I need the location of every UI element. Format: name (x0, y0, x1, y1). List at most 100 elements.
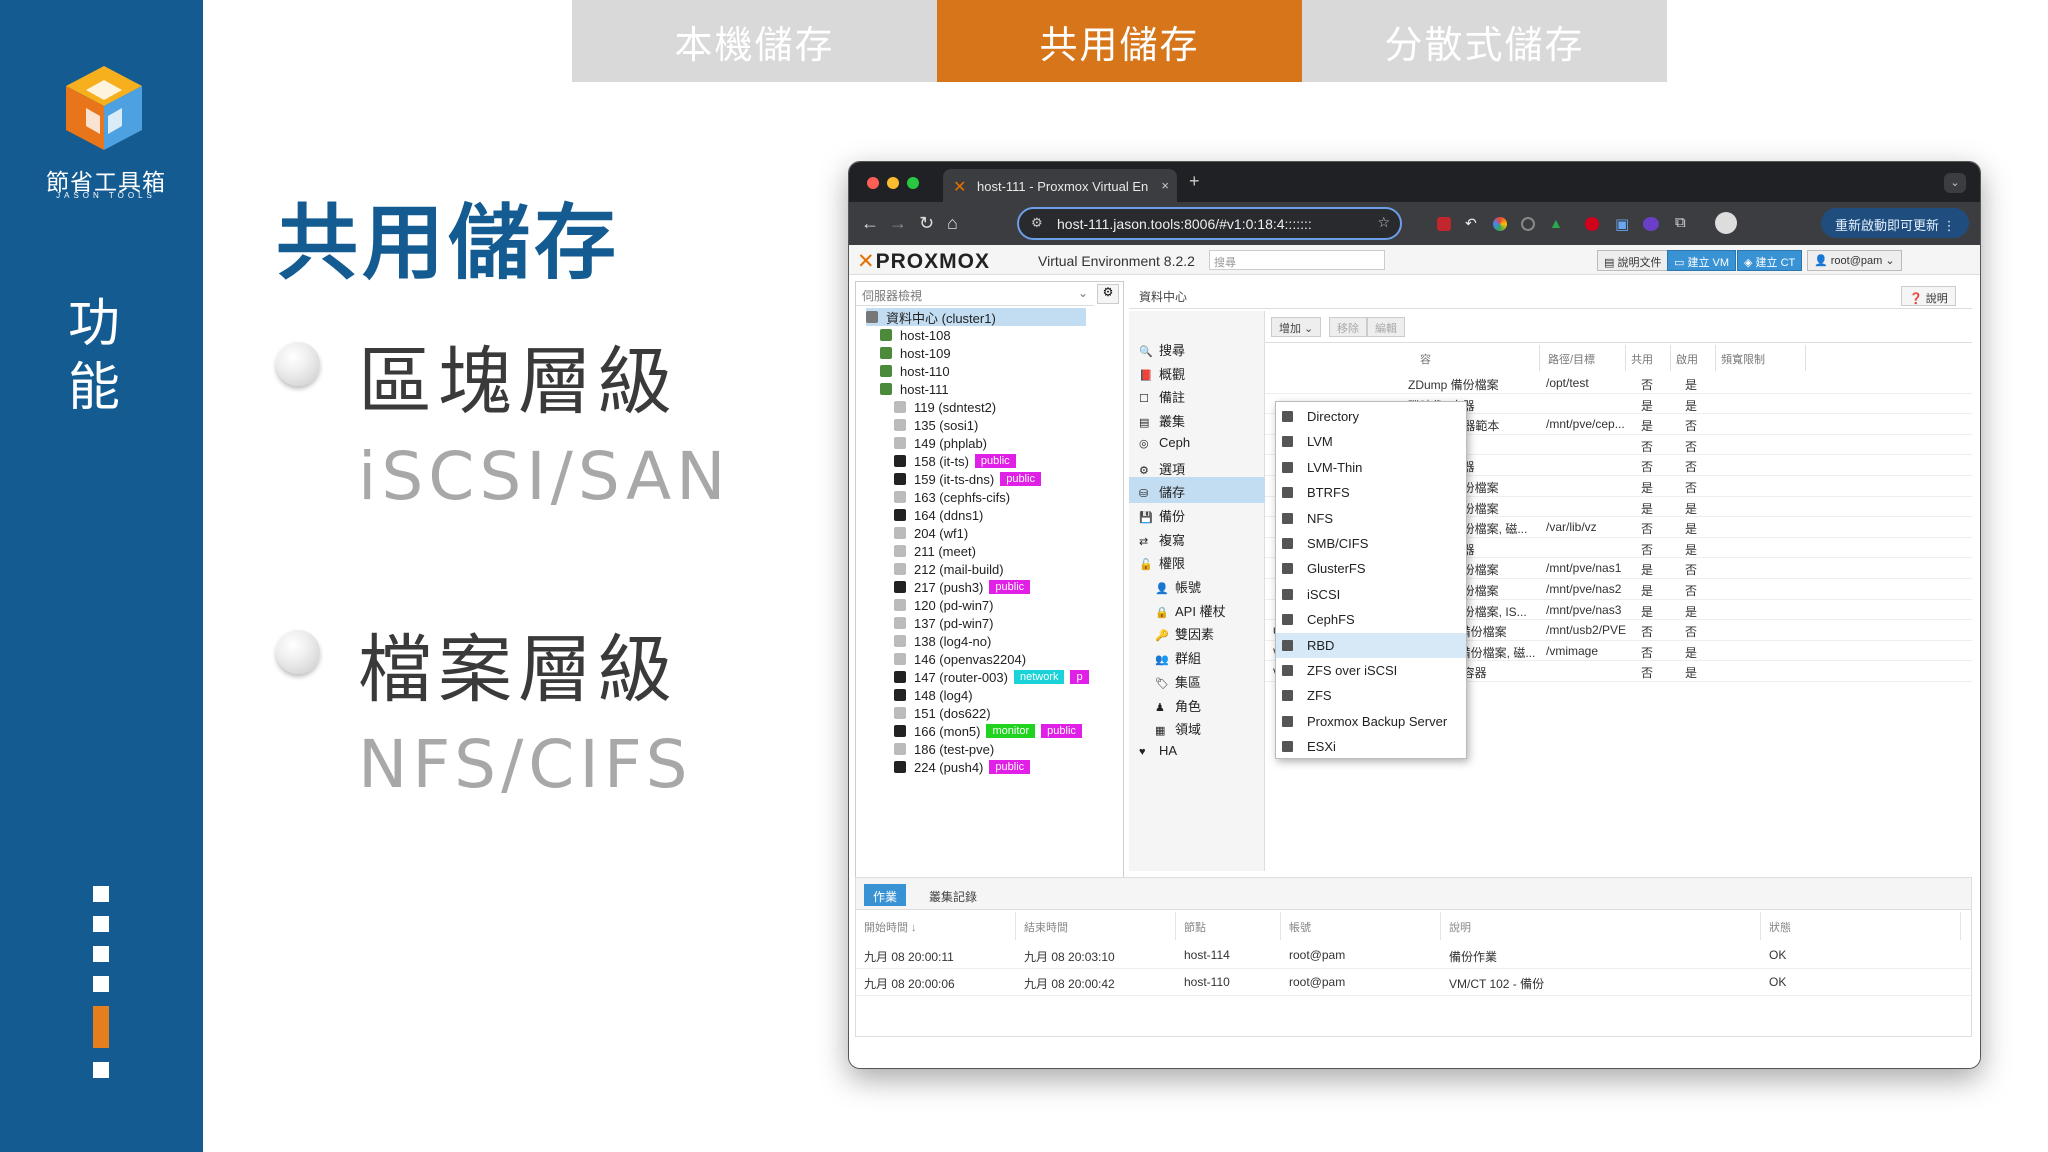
log-tab[interactable]: 叢集記錄 (920, 884, 986, 906)
add-menu-item[interactable]: RBD (1276, 632, 1466, 658)
menu-item[interactable]: ▤ 叢集 (1129, 406, 1265, 432)
menu-item[interactable]: ◎ Ceph (1129, 430, 1265, 456)
menu-item[interactable]: 💾 備份 (1129, 501, 1265, 527)
add-menu-item[interactable]: LVM-Thin (1276, 455, 1466, 480)
help-button[interactable]: ❓ 說明 (1901, 286, 1956, 306)
add-menu-item[interactable]: BTRFS (1276, 480, 1466, 505)
tree-item[interactable]: 119 (sdntest2) (894, 398, 996, 416)
slide-tab-0[interactable]: 本機儲存 (572, 0, 937, 82)
menu-item[interactable]: 📕 概觀 (1129, 359, 1265, 385)
log-column-header[interactable]: 說明 (1441, 912, 1761, 940)
extension-icon[interactable]: ▣ (1615, 215, 1629, 233)
url-field[interactable]: ⚙ host-111.jason.tools:8006/#v1:0:18:4::… (1017, 207, 1402, 240)
tree-item[interactable]: host-111 (880, 380, 949, 398)
add-menu-item[interactable]: iSCSI (1276, 582, 1466, 607)
edit-storage-button[interactable]: 編輯 (1367, 317, 1405, 337)
extension-icon[interactable] (1643, 217, 1659, 231)
tree-item[interactable]: 120 (pd-win7) (894, 596, 994, 614)
grid-column-header[interactable]: 頻寬限制 (1716, 345, 1806, 371)
add-menu-item[interactable]: NFS (1276, 506, 1466, 531)
log-column-header[interactable]: 節點 (1176, 912, 1281, 940)
menu-item[interactable]: ♟ 角色 (1129, 691, 1265, 717)
reload-icon[interactable]: ↻ (919, 213, 934, 234)
menu-item[interactable]: 🔑 雙因素 (1129, 619, 1265, 645)
add-menu-item[interactable]: ESXi (1276, 734, 1466, 759)
docs-button[interactable]: ▤ 說明文件 (1597, 250, 1669, 271)
tree-item[interactable]: 159 (it-ts-dns) public (894, 470, 1041, 488)
tree-item[interactable]: 164 (ddns1) (894, 506, 983, 524)
tree-item[interactable]: 138 (log4-no) (894, 632, 991, 650)
puzzle-extensions-icon[interactable]: ⧉ (1675, 214, 1686, 231)
log-row[interactable]: 九月 08 20:00:06 九月 08 20:00:42 host-110 root… (856, 969, 1971, 996)
log-column-header[interactable]: 帳號 (1281, 912, 1441, 940)
tree-item[interactable]: 212 (mail-build) (894, 560, 1004, 578)
add-menu-item[interactable]: Directory (1276, 404, 1466, 429)
google-extension-icon[interactable] (1493, 217, 1507, 231)
tree-item[interactable]: 211 (meet) (894, 542, 976, 560)
tree-item[interactable]: 資料中心 (cluster1) (866, 308, 1086, 326)
tree-item[interactable]: 148 (log4) (894, 686, 973, 704)
forward-icon[interactable]: → (889, 213, 907, 234)
relaunch-update-button[interactable]: 重新啟動即可更新 ⋮ (1821, 208, 1969, 238)
ublock-extension-icon[interactable] (1437, 217, 1451, 231)
slide-tab-2[interactable]: 分散式儲存 (1302, 0, 1667, 82)
grid-column-header[interactable]: 容 (1415, 345, 1540, 371)
log-column-header[interactable]: 狀態 (1761, 912, 1961, 940)
tree-item[interactable]: host-108 (880, 326, 951, 344)
tree-item[interactable]: 158 (it-ts) public (894, 452, 1016, 470)
slide-tab-1[interactable]: 共用儲存 (937, 0, 1302, 82)
tree-item[interactable]: 224 (push4) public (894, 758, 1031, 776)
pve-search-input[interactable]: 搜尋 (1209, 250, 1385, 270)
menu-item[interactable]: 🔍 搜尋 (1129, 335, 1265, 361)
tab-search-icon[interactable]: ⌄ (1944, 173, 1966, 193)
tree-item[interactable]: 149 (phplab) (894, 434, 987, 452)
view-selector[interactable]: 伺服器檢視 ⌄ (856, 282, 1094, 306)
maximize-window-icon[interactable] (907, 177, 919, 189)
user-menu-button[interactable]: 👤 root@pam ⌄ (1807, 250, 1902, 271)
tree-item[interactable]: 217 (push3) public (894, 578, 1031, 596)
menu-item[interactable]: ⛁ 儲存 (1129, 477, 1265, 504)
tree-item[interactable]: 135 (sosi1) (894, 416, 978, 434)
site-info-icon[interactable]: ⚙ (1031, 215, 1043, 231)
grid-column-header[interactable]: 啟用 (1671, 345, 1716, 371)
grid-column-header[interactable]: 路徑/目標 (1543, 345, 1626, 371)
tree-item[interactable]: 137 (pd-win7) (894, 614, 994, 632)
storage-row[interactable]: ZDump 備份檔案/opt/test 否是 (1265, 373, 1972, 394)
close-window-icon[interactable] (867, 177, 879, 189)
tree-item[interactable]: 204 (wf1) (894, 524, 968, 542)
new-tab-icon[interactable]: + (1189, 171, 1200, 192)
minimize-window-icon[interactable] (887, 177, 899, 189)
menu-item[interactable]: ☐ 備註 (1129, 382, 1265, 408)
add-storage-button[interactable]: 增加 ⌄ (1271, 317, 1322, 337)
add-menu-item[interactable]: SMB/CIFS (1276, 531, 1466, 556)
log-column-header[interactable]: 結束時間 (1016, 912, 1176, 940)
menu-item[interactable]: 🔒 API 權杖 (1129, 596, 1265, 622)
notification-badge-icon[interactable] (1585, 217, 1599, 231)
tree-item[interactable]: 146 (openvas2204) (894, 650, 1026, 668)
log-column-header[interactable]: 開始時間 ↓ (856, 912, 1016, 940)
tree-item[interactable]: 166 (mon5) monitor public (894, 722, 1082, 740)
menu-item[interactable]: ♥ HA (1129, 738, 1265, 764)
browser-tab[interactable]: ✕ host-111 - Proxmox Virtual En × (943, 169, 1177, 202)
extension-icon[interactable] (1521, 217, 1535, 231)
tree-item[interactable]: 186 (test-pve) (894, 740, 994, 758)
tree-item[interactable]: 147 (router-003) network p (894, 668, 1089, 686)
close-tab-icon[interactable]: × (1161, 178, 1169, 193)
add-menu-item[interactable]: GlusterFS (1276, 556, 1466, 581)
home-icon[interactable]: ⌂ (947, 213, 958, 234)
create-vm-button[interactable]: ▭ 建立 VM (1667, 250, 1737, 271)
create-ct-button[interactable]: ◈ 建立 CT (1737, 250, 1803, 271)
tree-item[interactable]: host-110 (880, 362, 950, 380)
back-icon[interactable]: ← (861, 213, 879, 234)
log-tab[interactable]: 作業 (864, 884, 907, 906)
tree-item[interactable]: 163 (cephfs-cifs) (894, 488, 1010, 506)
grid-column-header[interactable]: 共用 (1626, 345, 1671, 371)
log-row[interactable]: 九月 08 20:00:11 九月 08 20:03:10 host-114 root… (856, 942, 1971, 969)
add-menu-item[interactable]: Proxmox Backup Server (1276, 709, 1466, 734)
add-menu-item[interactable]: CephFS (1276, 607, 1466, 632)
tree-item[interactable]: host-109 (880, 344, 951, 362)
menu-item[interactable]: ⇄ 複寫 (1129, 525, 1265, 551)
add-menu-item[interactable]: ZFS (1276, 683, 1466, 708)
menu-item[interactable]: 🏷 集區 (1129, 667, 1265, 693)
menu-item[interactable]: ▦ 領域 (1129, 714, 1265, 740)
